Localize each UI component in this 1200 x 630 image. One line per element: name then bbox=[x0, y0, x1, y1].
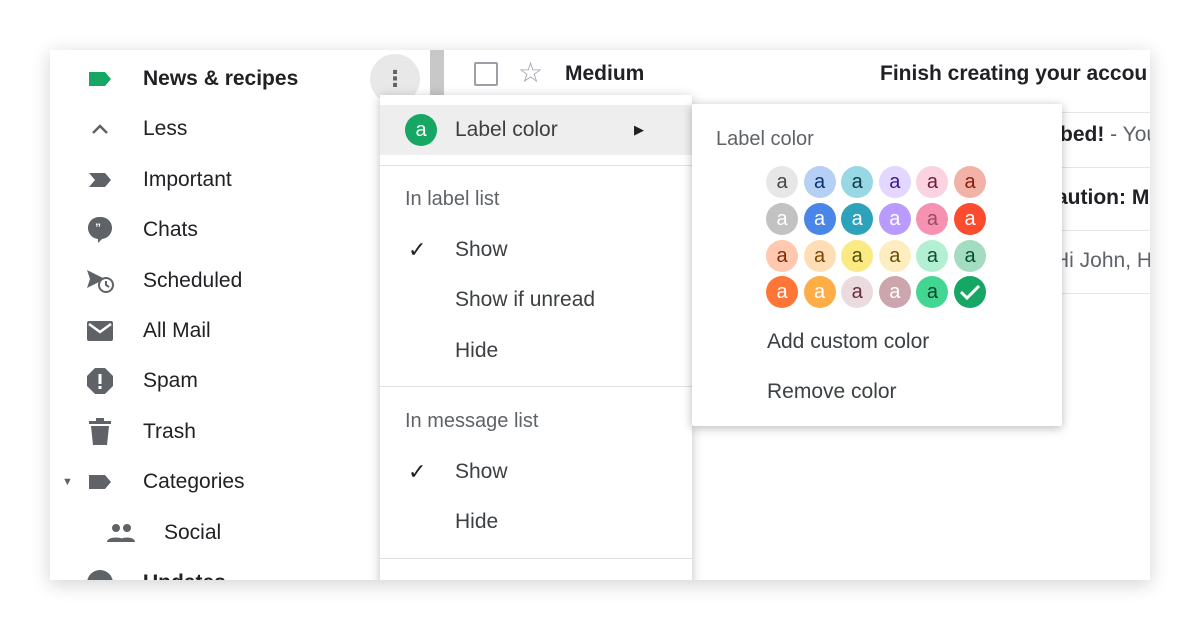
more-vert-icon: ⋮ bbox=[384, 66, 406, 91]
color-swatch[interactable]: a bbox=[841, 166, 874, 198]
color-swatch[interactable]: a bbox=[916, 239, 949, 272]
scheduled-icon bbox=[84, 265, 116, 297]
menu-item-label-color[interactable]: a Label color ▶ bbox=[380, 105, 692, 155]
menu-item-show[interactable]: ✓ Show bbox=[380, 448, 692, 496]
email-snippet: Hi John, H bbox=[1054, 249, 1150, 272]
spam-icon bbox=[84, 365, 116, 397]
gmail-window: News & recipes Less Important ” Chats Schedul… bbox=[50, 50, 1150, 580]
sidebar-item-less[interactable]: Less bbox=[50, 107, 380, 151]
check-icon bbox=[959, 285, 981, 301]
mail-icon bbox=[84, 315, 116, 347]
menu-item-label: Hide bbox=[455, 510, 499, 533]
sidebar-item-label: Scheduled bbox=[143, 268, 243, 292]
expand-arrow-icon[interactable]: ▼ bbox=[62, 476, 73, 488]
menu-item-hide[interactable]: Hide bbox=[380, 498, 692, 546]
add-custom-color-button[interactable]: Add custom color bbox=[767, 330, 929, 354]
menu-item-label: Show bbox=[455, 460, 508, 483]
sidebar-item-label: News & recipes bbox=[143, 67, 299, 90]
sidebar-item-label: Spam bbox=[143, 369, 198, 393]
menu-item-label: Show if unread bbox=[455, 288, 596, 311]
color-swatch[interactable]: a bbox=[916, 166, 949, 198]
color-swatch[interactable]: a bbox=[803, 166, 836, 198]
remove-color-button[interactable]: Remove color bbox=[767, 380, 897, 404]
people-icon bbox=[105, 517, 137, 549]
sidebar-item-categories[interactable]: ▼ Categories bbox=[50, 460, 380, 504]
check-icon: ✓ bbox=[408, 459, 427, 484]
label-color-submenu: Label color aaaaaaaaaaaaaaaaaaaaaaa Add … bbox=[692, 104, 1062, 426]
color-swatch[interactable]: a bbox=[916, 202, 949, 235]
sidebar-item-label: Trash bbox=[143, 419, 196, 443]
sidebar-item-label: Important bbox=[143, 167, 232, 191]
color-swatch[interactable]: a bbox=[841, 276, 874, 309]
sidebar-item-spam[interactable]: Spam bbox=[50, 359, 380, 403]
email-subject: Finish creating your accou bbox=[880, 62, 1148, 85]
label-color-avatar: a bbox=[405, 114, 437, 146]
label-icon bbox=[84, 63, 116, 95]
email-sender: Medium bbox=[565, 62, 645, 85]
sidebar-item-scheduled[interactable]: Scheduled bbox=[50, 259, 380, 303]
color-swatch[interactable]: a bbox=[841, 202, 874, 235]
menu-item-hide[interactable]: Hide bbox=[380, 327, 692, 375]
section-heading: In message list bbox=[405, 410, 539, 432]
email-snippet: - You bbox=[1110, 123, 1150, 146]
color-swatch[interactable]: a bbox=[954, 166, 986, 198]
sidebar-item-label: Categories bbox=[143, 470, 245, 494]
sidebar-item-important[interactable]: Important bbox=[50, 158, 380, 202]
sidebar-item-updates[interactable]: Updates bbox=[50, 561, 380, 580]
sidebar-item-social[interactable]: Social bbox=[50, 511, 380, 555]
sidebar-item-label: All Mail bbox=[143, 319, 211, 342]
sidebar-item-all-mail[interactable]: All Mail bbox=[50, 309, 380, 353]
color-swatch[interactable]: a bbox=[916, 276, 949, 309]
color-swatch[interactable]: a bbox=[766, 166, 798, 198]
submenu-title: Label color bbox=[716, 128, 814, 150]
divider bbox=[380, 558, 692, 559]
color-swatch[interactable]: a bbox=[766, 239, 798, 272]
color-swatch[interactable]: a bbox=[766, 202, 798, 235]
color-swatch[interactable]: a bbox=[803, 276, 836, 309]
email-subject: bed! bbox=[1060, 123, 1105, 146]
menu-item-label: Hide bbox=[455, 339, 499, 362]
info-icon bbox=[84, 567, 116, 580]
chevron-up-icon bbox=[84, 113, 116, 145]
sidebar-item-label: Social bbox=[164, 520, 222, 544]
select-checkbox[interactable] bbox=[474, 62, 498, 86]
color-swatch[interactable]: a bbox=[954, 202, 986, 235]
important-icon bbox=[84, 164, 116, 196]
email-subject: aution: M bbox=[1056, 186, 1150, 209]
chat-icon: ” bbox=[84, 214, 116, 246]
sidebar-item-trash[interactable]: Trash bbox=[50, 410, 380, 454]
color-swatch[interactable]: a bbox=[878, 239, 911, 272]
check-icon: ✓ bbox=[408, 237, 427, 262]
sidebar-item-label: Updates bbox=[143, 571, 226, 580]
svg-text:”: ” bbox=[95, 221, 101, 235]
color-swatch[interactable] bbox=[954, 276, 986, 309]
color-swatch[interactable]: a bbox=[766, 276, 798, 309]
color-swatch[interactable]: a bbox=[878, 166, 911, 198]
divider bbox=[380, 386, 692, 387]
color-swatch[interactable]: a bbox=[878, 202, 911, 235]
trash-icon bbox=[84, 416, 116, 448]
color-swatch[interactable]: a bbox=[803, 202, 836, 235]
menu-item-label: Show bbox=[455, 238, 508, 261]
label-options-menu: a Label color ▶ In label list ✓ Show Show… bbox=[380, 95, 692, 580]
divider bbox=[380, 165, 692, 166]
color-swatch[interactable]: a bbox=[954, 239, 986, 272]
section-heading: In label list bbox=[405, 188, 500, 210]
menu-item-show-if-unread[interactable]: Show if unread bbox=[380, 276, 692, 324]
menu-item-show[interactable]: ✓ Show bbox=[380, 226, 692, 274]
color-swatch[interactable]: a bbox=[803, 239, 836, 272]
sidebar-item-news-recipes[interactable]: News & recipes bbox=[50, 57, 380, 101]
label-icon bbox=[84, 466, 116, 498]
star-icon[interactable]: ☆ bbox=[518, 56, 543, 89]
sidebar-item-chats[interactable]: ” Chats bbox=[50, 208, 380, 252]
menu-item-label: Label color bbox=[455, 118, 558, 141]
sidebar-item-label: Less bbox=[143, 117, 188, 141]
color-swatch[interactable]: a bbox=[841, 239, 874, 272]
submenu-arrow-icon: ▶ bbox=[634, 122, 644, 137]
color-swatch[interactable]: a bbox=[878, 276, 911, 309]
sidebar-item-label: Chats bbox=[143, 218, 198, 242]
